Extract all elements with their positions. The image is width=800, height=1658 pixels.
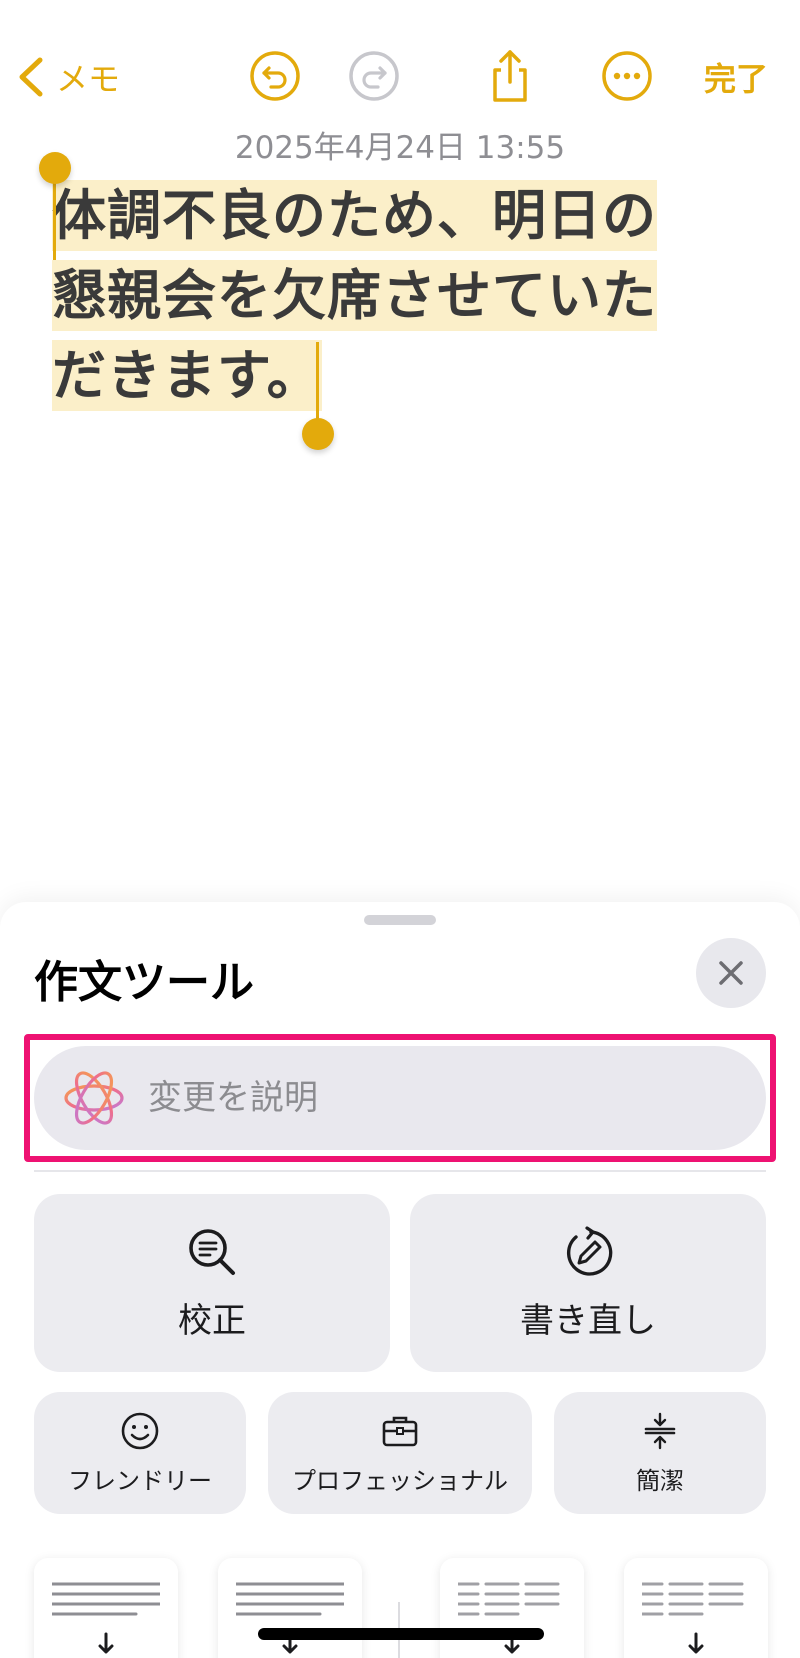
undo-button[interactable] [247, 48, 303, 104]
note-line: 懇親会を欠席させていた [52, 256, 752, 336]
briefcase-icon [382, 1416, 418, 1446]
summary-doc-icon [52, 1582, 160, 1654]
note-line: だきます。 [52, 336, 752, 416]
rewrite-label: 書き直し [520, 1300, 656, 1341]
professional-button[interactable]: プロフェッショナル [268, 1392, 532, 1514]
redo-button[interactable] [346, 48, 402, 104]
back-button[interactable]: メモ [14, 52, 120, 102]
writing-tools-sheet: 作文ツール 変更を説明 校正 書き直し フレンドリー プロフェッショナル 簡潔 [0, 902, 800, 1658]
close-icon [719, 961, 743, 985]
rewrite-button[interactable]: 書き直し [410, 1194, 766, 1372]
note-text[interactable]: 体調不良のため、明日の 懇親会を欠席させていた だきます。 [52, 176, 752, 416]
concise-icon [644, 1412, 676, 1449]
home-indicator[interactable] [258, 1628, 544, 1640]
back-button-label: メモ [56, 60, 121, 98]
selection-start-handle[interactable] [39, 152, 71, 184]
key-points-doc-icon [236, 1582, 344, 1654]
key-points-button[interactable] [218, 1558, 362, 1658]
rewrite-pen-icon [566, 1225, 613, 1276]
proofread-button[interactable]: 校正 [34, 1194, 390, 1372]
share-icon [493, 50, 527, 102]
selected-text: 懇親会を欠席させていた [52, 260, 657, 331]
proofread-magnifier-icon [189, 1228, 235, 1275]
list-doc-icon [458, 1582, 560, 1654]
share-button[interactable] [482, 48, 538, 104]
concise-label: 簡潔 [636, 1466, 684, 1495]
selection-end-bar [316, 342, 319, 422]
selected-text: だきます。 [52, 340, 322, 411]
smiley-icon [121, 1412, 159, 1449]
ellipsis-circle-icon [602, 51, 652, 101]
note-line: 体調不良のため、明日の [52, 176, 752, 256]
notes-screen: メモ 完了 2025年4月24日 13:55 体調不良のため、明日の 懇親会を欠… [0, 0, 800, 1658]
note-timestamp: 2025年4月24日 13:55 [234, 130, 566, 166]
table-doc-icon [642, 1582, 744, 1654]
list-button[interactable] [440, 1558, 584, 1658]
apple-intelligence-icon [64, 1071, 124, 1125]
divider [34, 1170, 766, 1172]
more-button[interactable] [599, 48, 655, 104]
table-button[interactable] [624, 1558, 768, 1658]
describe-change-input[interactable] [146, 1077, 706, 1119]
redo-icon [349, 51, 399, 101]
close-button[interactable] [696, 938, 766, 1008]
selection-end-handle[interactable] [302, 418, 334, 450]
friendly-label: フレンドリー [68, 1466, 212, 1495]
chevron-left-icon [19, 57, 43, 97]
proofread-label: 校正 [178, 1300, 246, 1341]
summary-button[interactable] [34, 1558, 178, 1658]
sheet-title: 作文ツール [34, 957, 254, 1008]
sheet-grabber[interactable] [364, 915, 436, 925]
selected-text: 体調不良のため、明日の [52, 180, 657, 251]
friendly-button[interactable]: フレンドリー [34, 1392, 246, 1514]
describe-change-field[interactable] [34, 1046, 766, 1150]
concise-button[interactable]: 簡潔 [554, 1392, 766, 1514]
undo-icon [250, 51, 300, 101]
professional-label: プロフェッショナル [292, 1466, 508, 1495]
done-button[interactable]: 完了 [704, 54, 768, 100]
